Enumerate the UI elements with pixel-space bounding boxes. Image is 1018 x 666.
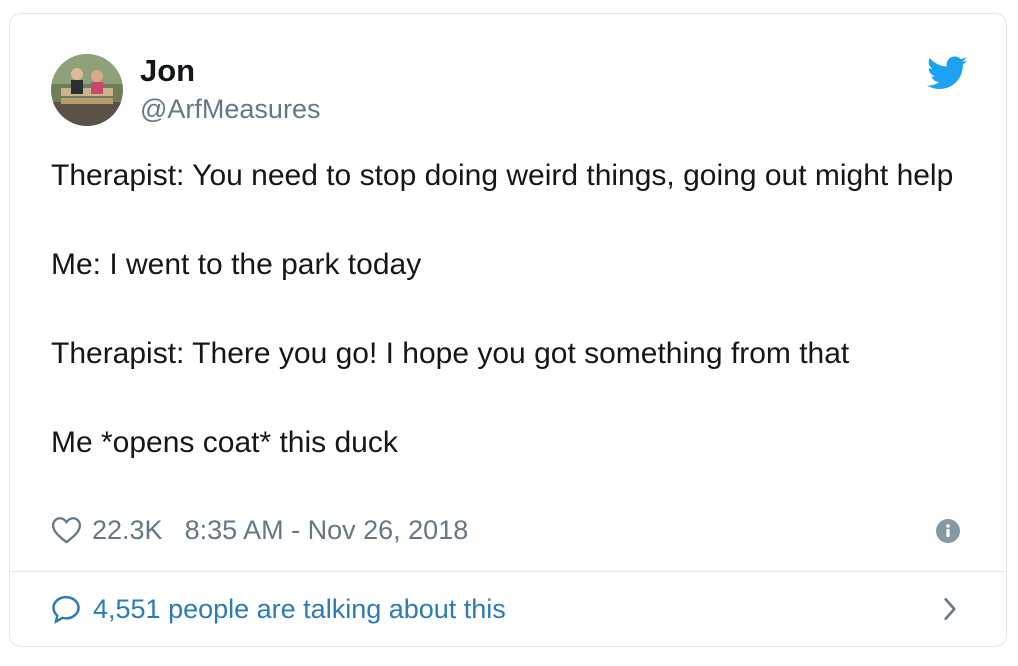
chevron-right-icon[interactable]: [939, 596, 961, 622]
info-icon[interactable]: [936, 519, 960, 543]
tweet-paragraph: Me: I went to the park today: [51, 248, 422, 281]
tweet-paragraph: Therapist: There you go! I hope you got …: [51, 337, 850, 370]
tweet-meta: 22.3K 8:35 AM - Nov 26, 2018: [51, 512, 468, 548]
twitter-bird-icon[interactable]: [927, 56, 967, 90]
heart-icon[interactable]: [51, 516, 82, 544]
avatar-photo: [51, 54, 123, 126]
tweet-timestamp[interactable]: 8:35 AM - Nov 26, 2018: [185, 515, 469, 546]
tweet-text: Therapist: You need to stop doing weird …: [51, 154, 971, 464]
author-handle[interactable]: @ArfMeasures: [140, 94, 320, 125]
divider: [10, 571, 1006, 572]
speech-bubble-icon: [52, 595, 80, 624]
like-count[interactable]: 22.3K: [92, 515, 163, 546]
tweet-paragraph: Me *opens coat* this duck: [51, 426, 398, 459]
tweet-card: Jon @ArfMeasures Therapist: You need to …: [9, 13, 1007, 647]
avatar[interactable]: [51, 54, 123, 126]
conversation-link[interactable]: 4,551 people are talking about this: [51, 590, 506, 628]
tweet-paragraph: Therapist: You need to stop doing weird …: [51, 159, 954, 192]
conversation-text: 4,551 people are talking about this: [93, 593, 506, 624]
author-name[interactable]: Jon: [140, 53, 195, 89]
